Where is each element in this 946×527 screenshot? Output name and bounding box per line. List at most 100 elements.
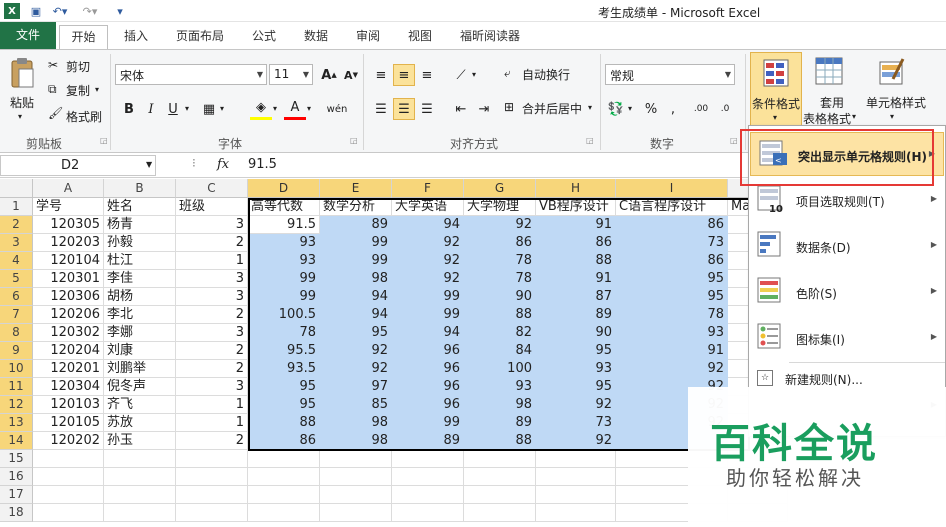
cell-c14[interactable]: 2 bbox=[176, 432, 248, 450]
formula-input[interactable]: 91.5 bbox=[248, 157, 277, 172]
cell-e1[interactable]: 数学分析 bbox=[320, 198, 392, 216]
column-header-e[interactable]: E bbox=[320, 179, 392, 198]
cell-a16[interactable] bbox=[33, 468, 104, 486]
cell-d2[interactable]: 91.5 bbox=[248, 216, 320, 234]
cell-a10[interactable]: 120201 bbox=[33, 360, 104, 378]
fill-color-icon[interactable]: ◈ bbox=[250, 98, 272, 120]
cell-b9[interactable]: 刘康 bbox=[104, 342, 176, 360]
merge-dropdown-icon[interactable]: ▾ bbox=[588, 103, 592, 112]
cell-a5[interactable]: 120301 bbox=[33, 270, 104, 288]
paste-icon[interactable] bbox=[8, 56, 36, 90]
row-header-16[interactable]: 16 bbox=[0, 468, 33, 486]
tab-foxit-reader[interactable]: 福昕阅读器 bbox=[452, 25, 528, 49]
menu-item-icon-sets[interactable]: 图标集(I) ▶ bbox=[749, 316, 945, 360]
number-format-combo[interactable]: 常规 ▼ bbox=[605, 64, 735, 85]
cell-a17[interactable] bbox=[33, 486, 104, 504]
cell-c7[interactable]: 2 bbox=[176, 306, 248, 324]
cell-d7[interactable]: 100.5 bbox=[248, 306, 320, 324]
format-painter-icon[interactable]: 🖌 bbox=[48, 106, 63, 120]
cell-c8[interactable]: 3 bbox=[176, 324, 248, 342]
cell-a4[interactable]: 120104 bbox=[33, 252, 104, 270]
cell-c6[interactable]: 3 bbox=[176, 288, 248, 306]
cell-h11[interactable]: 95 bbox=[536, 378, 616, 396]
cut-button[interactable]: 剪切 bbox=[66, 58, 90, 75]
cell-b1[interactable]: 姓名 bbox=[104, 198, 176, 216]
cell-d14[interactable]: 86 bbox=[248, 432, 320, 450]
column-header-h[interactable]: H bbox=[536, 179, 616, 198]
tab-file[interactable]: 文件 bbox=[0, 22, 56, 49]
bold-icon[interactable]: B bbox=[118, 98, 140, 120]
chevron-down-icon[interactable]: ▼ bbox=[257, 70, 263, 79]
cell-f15[interactable] bbox=[392, 450, 464, 468]
cell-g8[interactable]: 82 bbox=[464, 324, 536, 342]
cell-a9[interactable]: 120204 bbox=[33, 342, 104, 360]
cell-e4[interactable]: 99 bbox=[320, 252, 392, 270]
cell-i4[interactable]: 86 bbox=[616, 252, 728, 270]
cell-e2[interactable]: 89 bbox=[320, 216, 392, 234]
cell-d5[interactable]: 99 bbox=[248, 270, 320, 288]
cell-c11[interactable]: 3 bbox=[176, 378, 248, 396]
copy-dropdown-icon[interactable]: ▾ bbox=[95, 85, 99, 94]
cell-g10[interactable]: 100 bbox=[464, 360, 536, 378]
cell-a13[interactable]: 120105 bbox=[33, 414, 104, 432]
cell-b10[interactable]: 刘鹏举 bbox=[104, 360, 176, 378]
cell-g16[interactable] bbox=[464, 468, 536, 486]
cell-d1[interactable]: 高等代数 bbox=[248, 198, 320, 216]
name-box[interactable]: D2 bbox=[0, 155, 156, 176]
column-header-c[interactable]: C bbox=[176, 179, 248, 198]
cell-f18[interactable] bbox=[392, 504, 464, 522]
chevron-down-icon[interactable]: ▼ bbox=[725, 70, 731, 79]
row-header-10[interactable]: 10 bbox=[0, 360, 33, 378]
paste-dropdown-icon[interactable]: ▾ bbox=[18, 112, 22, 121]
row-header-7[interactable]: 7 bbox=[0, 306, 33, 324]
cell-f6[interactable]: 99 bbox=[392, 288, 464, 306]
cell-c17[interactable] bbox=[176, 486, 248, 504]
cell-d11[interactable]: 95 bbox=[248, 378, 320, 396]
font-size-combo[interactable]: 11 ▼ bbox=[269, 64, 313, 85]
italic-icon[interactable]: I bbox=[140, 98, 162, 120]
cell-b2[interactable]: 杨青 bbox=[104, 216, 176, 234]
cell-h18[interactable] bbox=[536, 504, 616, 522]
cell-h10[interactable]: 93 bbox=[536, 360, 616, 378]
cell-f5[interactable]: 92 bbox=[392, 270, 464, 288]
percent-style-icon[interactable]: % bbox=[640, 98, 662, 120]
cell-b17[interactable] bbox=[104, 486, 176, 504]
cell-e17[interactable] bbox=[320, 486, 392, 504]
cell-h4[interactable]: 88 bbox=[536, 252, 616, 270]
row-header-14[interactable]: 14 bbox=[0, 432, 33, 450]
cell-c16[interactable] bbox=[176, 468, 248, 486]
cell-f16[interactable] bbox=[392, 468, 464, 486]
copy-icon[interactable]: ⧉ bbox=[48, 82, 57, 97]
menu-item-top-bottom-rules[interactable]: 10 项目选取规则(T) ▶ bbox=[749, 178, 945, 222]
wrap-text-icon[interactable]: ⤶ bbox=[504, 66, 511, 81]
cell-b3[interactable]: 孙毅 bbox=[104, 234, 176, 252]
cell-c18[interactable] bbox=[176, 504, 248, 522]
cell-c15[interactable] bbox=[176, 450, 248, 468]
cell-a12[interactable]: 120103 bbox=[33, 396, 104, 414]
cell-e10[interactable]: 92 bbox=[320, 360, 392, 378]
merge-center-button[interactable]: 合并后居中 bbox=[522, 100, 582, 117]
cell-e11[interactable]: 97 bbox=[320, 378, 392, 396]
cell-a1[interactable]: 学号 bbox=[33, 198, 104, 216]
cell-a14[interactable]: 120202 bbox=[33, 432, 104, 450]
align-right-icon[interactable]: ☰ bbox=[416, 98, 438, 120]
cell-i5[interactable]: 95 bbox=[616, 270, 728, 288]
cell-e6[interactable]: 94 bbox=[320, 288, 392, 306]
cell-b14[interactable]: 孙玉 bbox=[104, 432, 176, 450]
cell-g5[interactable]: 78 bbox=[464, 270, 536, 288]
cell-i1[interactable]: C语言程序设计 bbox=[616, 198, 728, 216]
cell-g15[interactable] bbox=[464, 450, 536, 468]
cell-h3[interactable]: 86 bbox=[536, 234, 616, 252]
cell-d9[interactable]: 95.5 bbox=[248, 342, 320, 360]
cell-b8[interactable]: 李娜 bbox=[104, 324, 176, 342]
tab-review[interactable]: 审阅 bbox=[348, 25, 388, 49]
cell-d3[interactable]: 93 bbox=[248, 234, 320, 252]
cell-f1[interactable]: 大学英语 bbox=[392, 198, 464, 216]
cell-e7[interactable]: 94 bbox=[320, 306, 392, 324]
save-icon[interactable]: ▣ bbox=[28, 3, 44, 19]
cell-d15[interactable] bbox=[248, 450, 320, 468]
cell-c12[interactable]: 1 bbox=[176, 396, 248, 414]
cell-g12[interactable]: 98 bbox=[464, 396, 536, 414]
cell-c10[interactable]: 2 bbox=[176, 360, 248, 378]
borders-icon[interactable]: ▦ bbox=[198, 98, 220, 120]
